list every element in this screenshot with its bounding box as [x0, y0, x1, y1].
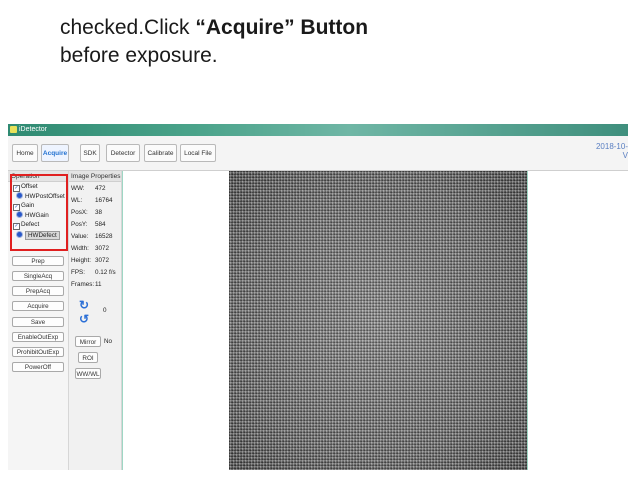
- prepacq-button[interactable]: PrepAcq: [12, 286, 64, 296]
- defect-label: Defect: [21, 221, 40, 228]
- image-properties-panel: Image Properties WW: 472 WL: 16764 PosX: 38…: [69, 171, 122, 470]
- hwdefect-radio-row[interactable]: HWDefect: [16, 231, 60, 240]
- prop-row-fps: FPS: 0.12 f/s: [71, 269, 116, 277]
- tab-local-file[interactable]: Local File: [180, 144, 216, 162]
- poweroff-button[interactable]: PowerOff: [12, 362, 64, 372]
- xray-noise-image: [229, 171, 527, 470]
- prop-value: 16764: [95, 197, 113, 204]
- tab-home[interactable]: Home: [12, 144, 38, 162]
- gain-checkbox[interactable]: ✓: [13, 204, 20, 211]
- prop-row-width: Width: 3072: [71, 245, 109, 253]
- instruction-caption: checked.Click “Acquire” Button before ex…: [60, 14, 368, 70]
- viewer-divider: [527, 171, 528, 470]
- tab-calibrate[interactable]: Calibrate: [144, 144, 177, 162]
- defect-checkbox-row[interactable]: ✓ Defect: [13, 221, 39, 230]
- prop-key: PosY:: [71, 221, 88, 228]
- caption-line-2: before exposure.: [60, 44, 218, 67]
- hwdefect-radio[interactable]: [16, 231, 23, 238]
- title-bar: iDetector: [8, 124, 628, 136]
- prop-row-posy: PosY: 584: [71, 221, 106, 229]
- hwpostoffset-radio[interactable]: [16, 192, 23, 199]
- image-properties-header: Image Properties: [69, 171, 121, 182]
- hwgain-radio[interactable]: [16, 211, 23, 218]
- prop-value: 3072: [95, 257, 110, 264]
- window-title: iDetector: [19, 126, 48, 133]
- prop-value: 0.12 f/s: [95, 269, 116, 276]
- acquire-button[interactable]: Acquire: [12, 301, 64, 311]
- prop-key: PosX:: [71, 209, 88, 216]
- prop-row-ww: WW: 472: [71, 185, 106, 193]
- prop-value: 3072: [95, 245, 110, 252]
- hwpostoffset-label: HWPostOffset: [25, 193, 65, 200]
- hwgain-radio-row[interactable]: HWGain: [16, 211, 49, 220]
- prop-value: 584: [95, 221, 106, 228]
- roi-button[interactable]: ROI: [78, 352, 98, 363]
- defect-checkbox[interactable]: ✓: [13, 223, 20, 230]
- prep-button[interactable]: Prep: [12, 256, 64, 266]
- app-icon: [10, 126, 17, 133]
- prop-value: 16528: [95, 233, 113, 240]
- rotate-clockwise-icon[interactable]: ↻: [79, 299, 89, 311]
- save-button[interactable]: Save: [12, 317, 64, 327]
- version-text: V: [622, 151, 628, 160]
- gain-label: Gain: [21, 202, 35, 209]
- tab-sdk[interactable]: SDK: [80, 144, 100, 162]
- offset-checkbox-row[interactable]: ✓ Offset: [13, 183, 38, 192]
- prop-key: FPS:: [71, 269, 85, 276]
- date-readout: 2018-10- V: [596, 142, 628, 160]
- offset-checkbox[interactable]: ✓: [13, 185, 20, 192]
- prop-value: 38: [95, 209, 103, 216]
- prop-row-value: Value: 16528: [71, 233, 113, 241]
- prop-row-wl: WL: 16764: [71, 197, 113, 205]
- idetector-window: iDetector Home Acquire SDK Detector Cali…: [8, 124, 628, 470]
- caption-plain-text: checked.Click: [60, 16, 196, 39]
- tab-detector[interactable]: Detector: [106, 144, 140, 162]
- tab-acquire[interactable]: Acquire: [41, 144, 69, 162]
- prohibitoutexp-button[interactable]: ProhibitOutExp: [12, 347, 64, 357]
- mirror-button[interactable]: Mirror: [75, 336, 101, 347]
- wwwl-button[interactable]: WW/WL: [75, 368, 101, 379]
- prop-row-height: Height: 3072: [71, 257, 109, 265]
- image-viewer[interactable]: [122, 171, 628, 470]
- prop-row-frames: Frames:11: [71, 281, 102, 289]
- prop-row-posx: PosX: 38: [71, 209, 102, 217]
- caption-bold-text: “Acquire” Button: [195, 16, 369, 39]
- mirror-value: No: [104, 338, 113, 345]
- prop-key: WW:: [71, 185, 85, 192]
- operation-panel: Operation ✓ Offset HWPostOffset ✓ Gain HWG…: [8, 171, 69, 470]
- prop-key: Value:: [71, 233, 89, 240]
- prop-key: Frames:: [71, 281, 95, 288]
- hwdefect-label: HWDefect: [25, 231, 60, 240]
- prop-key: Width:: [71, 245, 89, 252]
- hwpostoffset-radio-row[interactable]: HWPostOffset: [16, 192, 65, 201]
- gain-checkbox-row[interactable]: ✓ Gain: [13, 202, 34, 211]
- caption-line-1: checked.Click “Acquire” Button: [60, 14, 368, 42]
- prop-key: Height:: [71, 257, 91, 264]
- enableoutexp-button[interactable]: EnableOutExp: [12, 332, 64, 342]
- hwgain-label: HWGain: [25, 212, 49, 219]
- prop-key: WL:: [71, 197, 83, 204]
- prop-value: 11: [95, 281, 102, 288]
- singleacq-button[interactable]: SingleAcq: [12, 271, 64, 281]
- prop-value: 472: [95, 185, 106, 192]
- offset-label: Offset: [21, 183, 38, 190]
- rotate-counterclockwise-icon[interactable]: ↺: [79, 313, 89, 325]
- rotation-value: 0: [103, 307, 107, 314]
- main-toolbar: Home Acquire SDK Detector Calibrate Loca…: [8, 136, 628, 171]
- date-text: 2018-10-: [595, 142, 628, 151]
